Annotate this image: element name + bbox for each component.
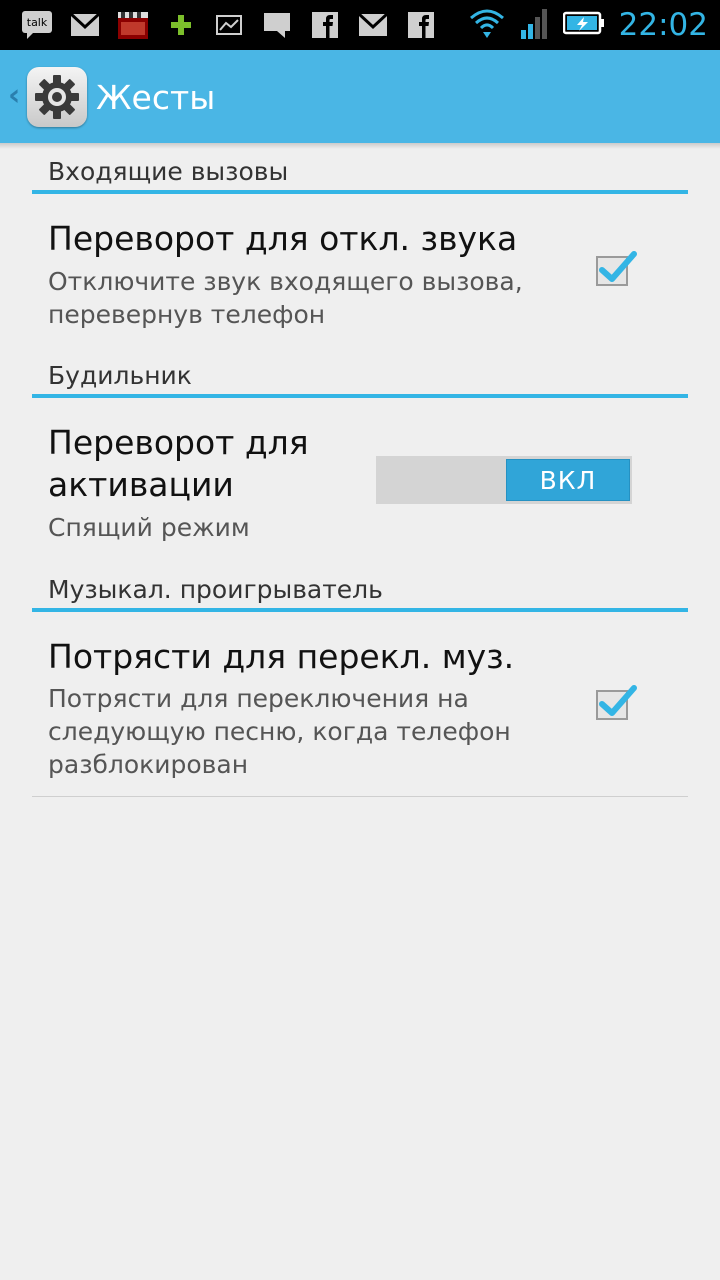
gallery-icon (212, 8, 246, 42)
shake-music-checkbox[interactable] (596, 685, 637, 720)
toggle-on-label: ВКЛ (506, 459, 630, 501)
action-bar-shadow (0, 143, 720, 149)
flip-mute-checkbox[interactable] (596, 251, 637, 286)
checkmark-icon (599, 685, 637, 716)
status-bar: talk 22:02 (0, 0, 720, 50)
page-title: Жесты (96, 78, 216, 117)
action-bar: ‹ Жесты (0, 50, 720, 143)
pref-item-summary: Спящий режим (48, 513, 250, 542)
system-icons: 22:02 (469, 6, 708, 44)
checkmark-icon (599, 251, 637, 282)
pref-item-summary: Отключите звук входящего вызова, перевер… (48, 267, 523, 329)
gmail-icon (356, 8, 390, 42)
pref-item-title: Потрясти для перекл. муз. (48, 637, 515, 676)
talk-icon: talk (20, 8, 54, 42)
settings-gear-icon[interactable] (27, 67, 87, 127)
plus-icon (164, 8, 198, 42)
wifi-icon (469, 6, 505, 44)
video-icon (116, 8, 150, 42)
pref-item-summary: Потрясти для переключения на следующую п… (48, 684, 511, 779)
svg-text:talk: talk (27, 16, 48, 29)
notification-icons: talk (20, 8, 438, 42)
flip-activate-toggle[interactable]: ВКЛ (376, 456, 632, 504)
section-header-music: Музыкал. проигрыватель (32, 568, 688, 612)
section-header-label: Музыкал. проигрыватель (48, 575, 383, 604)
section-header-label: Будильник (48, 361, 192, 390)
clock: 22:02 (618, 7, 708, 43)
section-header-alarm: Будильник (32, 356, 688, 398)
pref-item-title: Переворот для активации (48, 423, 309, 504)
list-divider (32, 796, 688, 797)
gmail-icon (68, 8, 102, 42)
section-header-label: Входящие вызовы (48, 157, 289, 186)
pref-item-title: Переворот для откл. звука (48, 219, 518, 258)
facebook-icon (404, 8, 438, 42)
chat-icon (260, 8, 294, 42)
section-header-calls: Входящие вызовы (32, 150, 688, 194)
signal-icon (519, 6, 549, 44)
back-chevron-icon[interactable]: ‹ (8, 78, 20, 113)
facebook-icon (308, 8, 342, 42)
battery-icon (562, 11, 605, 39)
